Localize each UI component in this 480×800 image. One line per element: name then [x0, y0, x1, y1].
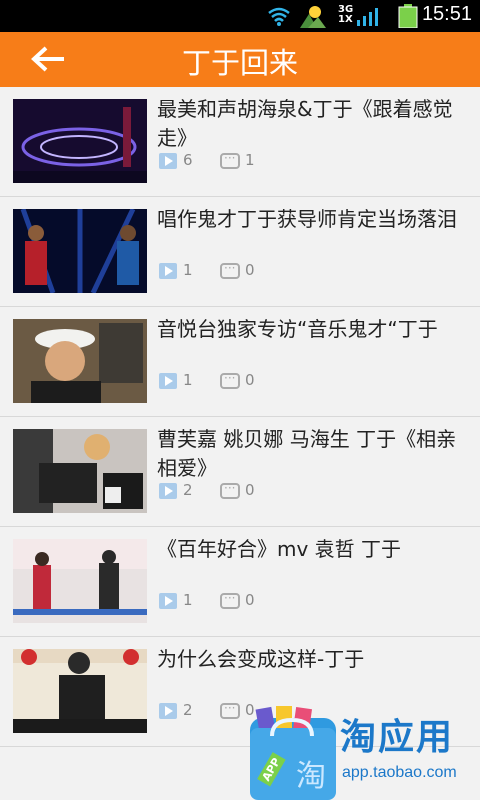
status-bar: 3G 1X 15:51	[0, 0, 480, 32]
play-count-icon	[159, 263, 177, 279]
play-count-icon	[159, 703, 177, 719]
play-count: 1	[183, 261, 193, 279]
video-title[interactable]: 《百年好合》mv 袁哲 丁于	[157, 535, 467, 564]
play-count: 2	[183, 481, 193, 499]
play-count-icon	[159, 483, 177, 499]
video-thumbnail[interactable]	[13, 99, 147, 183]
signal-icon	[357, 8, 378, 26]
comment-icon	[220, 151, 240, 169]
comment-icon	[220, 261, 240, 279]
list-item[interactable]: 曹芙嘉 姚贝娜 马海生 丁于《相亲相爱》 2 0	[0, 417, 480, 527]
weather-icon	[300, 6, 326, 28]
play-count-icon	[159, 593, 177, 609]
shopping-bag-icon: 淘	[250, 706, 336, 800]
clock: 15:51	[421, 3, 472, 25]
video-thumbnail[interactable]	[13, 319, 147, 403]
promo-name: 淘应用	[340, 717, 455, 758]
comment-icon	[220, 371, 240, 389]
play-count-icon	[159, 373, 177, 389]
comment-count: 1	[245, 151, 255, 169]
comment-count: 0	[245, 481, 255, 499]
play-count: 1	[183, 371, 193, 389]
taobao-glyph: 淘	[296, 759, 326, 794]
taobao-app-banner[interactable]: 淘 APP 淘应用 app.taobao.com	[240, 700, 480, 800]
video-title[interactable]: 音悦台独家专访“音乐鬼才“丁于	[157, 315, 467, 344]
comment-icon	[220, 701, 240, 719]
promo-url: app.taobao.com	[342, 764, 457, 781]
video-thumbnail[interactable]	[13, 649, 147, 733]
list-item[interactable]: 《百年好合》mv 袁哲 丁于 1 0	[0, 527, 480, 637]
comment-icon	[220, 481, 240, 499]
play-count-icon	[159, 153, 177, 169]
app-header: 丁于回来	[0, 32, 480, 87]
list-item[interactable]: 唱作鬼才丁于获导师肯定当场落泪 1 0	[0, 197, 480, 307]
comment-count: 0	[245, 371, 255, 389]
video-thumbnail[interactable]	[13, 209, 147, 293]
comment-count: 0	[245, 261, 255, 279]
video-title[interactable]: 曹芙嘉 姚贝娜 马海生 丁于《相亲相爱》	[157, 425, 467, 483]
network-type-label: 3G 1X	[338, 4, 354, 25]
play-count: 6	[183, 151, 193, 169]
video-title[interactable]: 为什么会变成这样-丁于	[157, 645, 467, 674]
wifi-icon	[268, 7, 290, 26]
video-thumbnail[interactable]	[13, 539, 147, 623]
list-item[interactable]: 最美和声胡海泉&丁于《跟着感觉走》 6 1	[0, 87, 480, 197]
video-title[interactable]: 唱作鬼才丁于获导师肯定当场落泪	[157, 205, 467, 234]
play-count: 2	[183, 701, 193, 719]
comment-icon	[220, 591, 240, 609]
battery-icon	[398, 4, 418, 28]
comment-count: 0	[245, 591, 255, 609]
video-thumbnail[interactable]	[13, 429, 147, 513]
page-title: 丁于回来	[181, 46, 298, 80]
play-count: 1	[183, 591, 193, 609]
list-item[interactable]: 音悦台独家专访“音乐鬼才“丁于 1 0	[0, 307, 480, 417]
video-title[interactable]: 最美和声胡海泉&丁于《跟着感觉走》	[157, 95, 467, 153]
video-list: 最美和声胡海泉&丁于《跟着感觉走》 6 1 唱作鬼才丁于获导师肯定当场落泪 1 …	[0, 87, 480, 747]
